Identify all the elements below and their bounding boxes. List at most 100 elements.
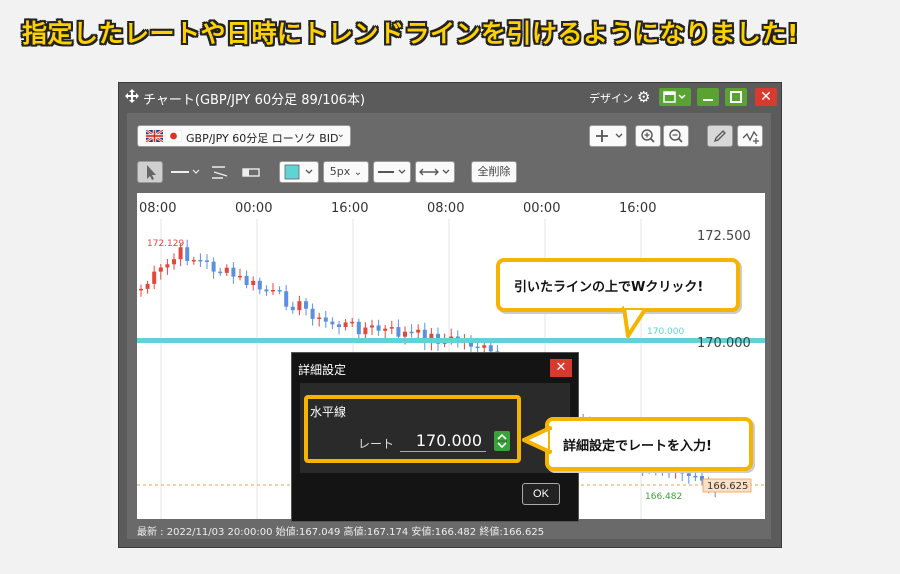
candle <box>383 328 388 331</box>
maximize-button[interactable] <box>725 88 747 106</box>
eraser-icon <box>242 168 260 177</box>
select-tool-button[interactable] <box>137 161 163 183</box>
candle <box>363 327 368 335</box>
candle <box>205 260 209 262</box>
color-swatch-icon <box>284 164 313 180</box>
candle <box>145 283 150 289</box>
window-close-button[interactable]: ✕ <box>755 88 777 106</box>
dialog-close-button[interactable]: ✕ <box>550 359 572 377</box>
callout-pointer <box>622 306 648 338</box>
symbol-select[interactable]: GBP/JPY 60分足 ローソク BID ⌄ <box>137 125 351 147</box>
symbol-label: GBP/JPY 60分足 ローソク BID <box>186 132 339 145</box>
candle <box>251 280 256 286</box>
clear-all-button[interactable]: 全削除 <box>471 161 517 183</box>
candle <box>264 289 269 292</box>
candle <box>257 280 262 290</box>
candle <box>376 325 381 331</box>
status-bar: 最新 : 2022/11/03 20:00:00 始値:167.049 高値:1… <box>137 527 545 538</box>
candle <box>403 331 407 337</box>
ok-button[interactable]: OK <box>522 483 560 505</box>
candle <box>356 321 361 335</box>
move-icon[interactable] <box>125 89 139 103</box>
zoom-out-button[interactable] <box>663 125 689 147</box>
current-price-text: 166.625 <box>707 481 748 492</box>
indicator-button[interactable] <box>737 125 763 147</box>
candle <box>284 291 289 307</box>
line-width-value: 5px <box>329 165 351 178</box>
headline: 指定したレートや日時にトレンドラインを引けるようになりました! <box>22 19 799 48</box>
time-label: 08:00 <box>139 201 176 216</box>
line-style-select[interactable] <box>373 161 411 183</box>
line-extend-select[interactable] <box>415 161 455 183</box>
add-indicator-button[interactable] <box>589 125 627 147</box>
candle <box>693 475 698 478</box>
candle <box>389 327 394 329</box>
candle <box>482 345 487 348</box>
candle <box>211 261 216 272</box>
gb-flag-icon <box>146 130 163 142</box>
zoom-in-icon <box>641 129 655 143</box>
candle <box>488 345 493 352</box>
plus-icon <box>596 130 623 142</box>
candle <box>416 329 421 333</box>
line-color-select[interactable] <box>279 161 319 183</box>
candle <box>224 267 229 273</box>
candle <box>152 271 157 284</box>
candle <box>231 267 236 277</box>
candle <box>238 275 242 278</box>
time-label: 16:00 <box>331 201 368 216</box>
candle <box>337 324 341 327</box>
candle <box>323 317 328 322</box>
candle <box>304 301 308 309</box>
callout-text: 詳細設定でレートを入力! <box>563 439 712 454</box>
chevron-down-icon: ⌄ <box>353 167 363 178</box>
horizontal-trendline[interactable] <box>137 338 765 343</box>
minimize-button[interactable] <box>697 88 719 106</box>
candle <box>172 259 176 265</box>
callout-pointer <box>522 426 552 454</box>
price-label: 172.500 <box>697 229 751 244</box>
candle <box>165 264 170 268</box>
candle <box>185 247 190 262</box>
candle <box>396 327 401 337</box>
candle <box>660 471 665 473</box>
high-label: 172.129 <box>147 239 184 249</box>
design-link[interactable]: デザイン <box>589 90 633 106</box>
zoom-in-button[interactable] <box>635 125 661 147</box>
candle <box>350 321 355 324</box>
chevron-down-icon: ⌄ <box>336 129 345 140</box>
time-label: 00:00 <box>523 201 560 216</box>
price-label: 170.000 <box>697 336 751 351</box>
cursor-icon <box>147 165 156 180</box>
gear-icon[interactable]: ⚙ <box>637 88 650 106</box>
trendline-icon <box>212 166 228 179</box>
line-width-select[interactable]: 5px ⌄ <box>323 161 369 183</box>
candle <box>271 290 275 292</box>
maximize-icon <box>730 91 742 103</box>
enter-rate-callout: 詳細設定でレートを入力! <box>545 417 753 471</box>
double-click-callout: 引いたラインの上でWクリック! <box>496 258 740 312</box>
minimize-icon <box>703 99 713 101</box>
candle <box>297 301 302 311</box>
candle <box>277 290 282 292</box>
time-label: 00:00 <box>235 201 272 216</box>
candle <box>218 271 223 274</box>
candle <box>158 267 163 272</box>
candle <box>686 473 691 476</box>
time-label: 16:00 <box>619 201 656 216</box>
window-titlebar[interactable]: チャート(GBP/JPY 60分足 89/106本) デザイン ⚙ ✕ <box>119 83 781 111</box>
eraser-tool-button[interactable] <box>239 163 263 185</box>
time-label: 08:00 <box>427 201 464 216</box>
zoom-out-icon <box>669 129 683 143</box>
pencil-icon <box>713 130 726 143</box>
draw-button[interactable] <box>707 125 733 147</box>
rate-highlight-box <box>304 395 521 463</box>
layout-button[interactable] <box>659 88 691 106</box>
line-tool-button[interactable] <box>169 163 203 185</box>
candle <box>290 306 295 311</box>
candle <box>330 321 335 325</box>
trendline-tool-button[interactable] <box>209 163 233 185</box>
candle <box>370 325 374 328</box>
candle <box>191 259 196 262</box>
line-tool-icon <box>171 169 200 174</box>
